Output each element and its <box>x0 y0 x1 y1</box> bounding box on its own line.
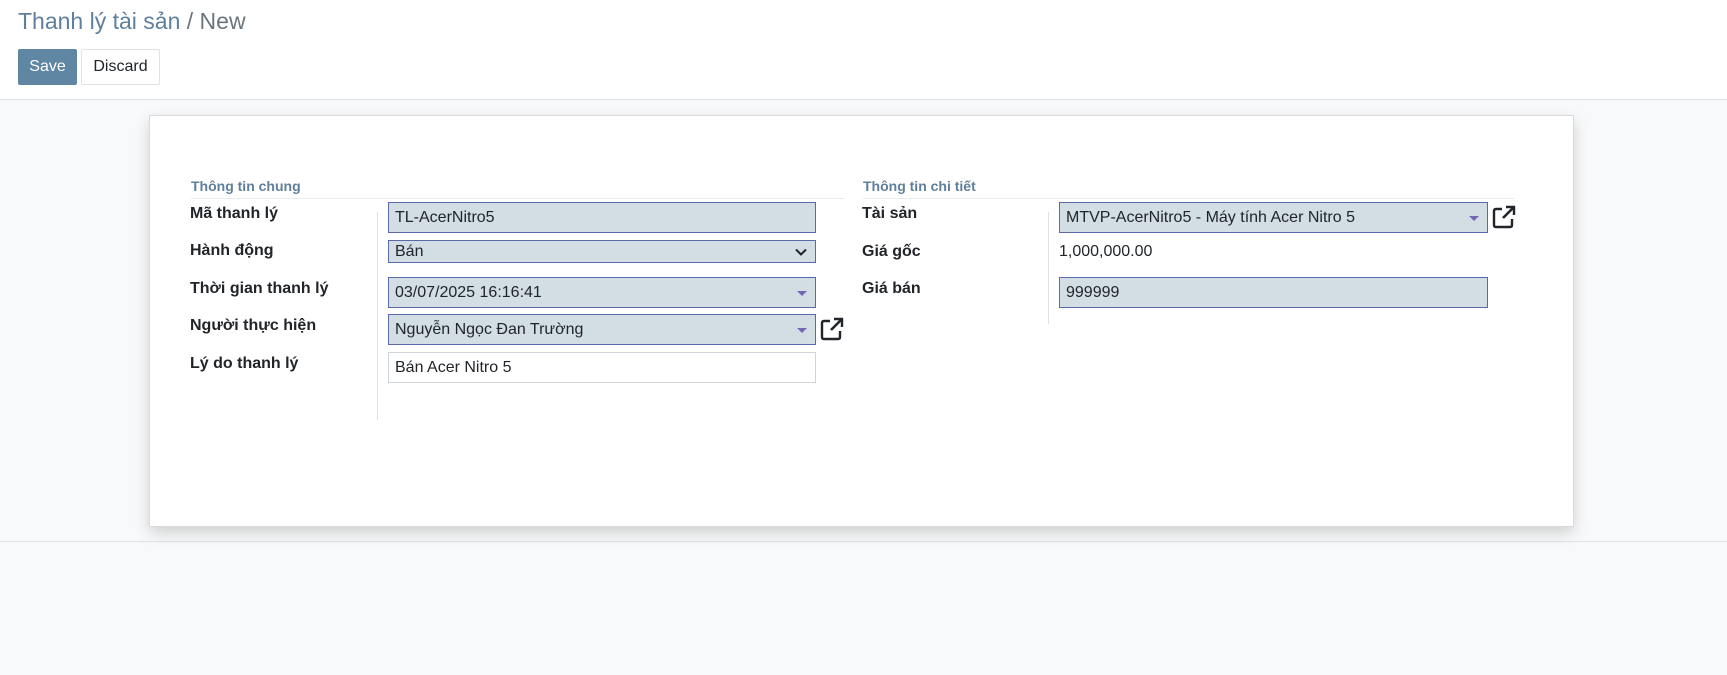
tai-san-value: MTVP-AcerNitro5 - Máy tính Acer Nitro 5 <box>1066 209 1355 226</box>
group-divider-right <box>1048 212 1049 324</box>
group-divider-left <box>377 212 378 420</box>
hanh-dong-select[interactable]: Bán <box>388 240 816 263</box>
label-ly-do-thanh-ly: Lý do thanh lý <box>190 355 299 372</box>
breadcrumb-separator: / <box>186 8 194 34</box>
external-link-icon[interactable] <box>1491 204 1517 230</box>
hanh-dong-value: Bán <box>395 243 424 260</box>
control-panel: Thanh lý tài sản / New Save Discard <box>0 0 1727 100</box>
gia-ban-value: 999999 <box>1066 284 1120 301</box>
label-gia-ban: Giá bán <box>862 280 921 297</box>
form-sheet: Thông tin chung Mã thanh lý TL-AcerNitro… <box>149 115 1574 527</box>
label-thoi-gian-thanh-ly: Thời gian thanh lý <box>190 280 329 297</box>
thoi-gian-thanh-ly-value: 03/07/2025 16:16:41 <box>395 284 542 301</box>
breadcrumb-parent-link[interactable]: Thanh lý tài sản <box>18 8 180 34</box>
group-title-detail: Thông tin chi tiết <box>863 178 1514 199</box>
discard-button[interactable]: Discard <box>81 49 160 85</box>
label-gia-goc: Giá gốc <box>862 243 921 260</box>
external-link-icon[interactable] <box>819 316 845 342</box>
label-nguoi-thuc-hien: Người thực hiện <box>190 317 317 334</box>
caret-down-icon <box>797 291 807 296</box>
ly-do-thanh-ly-value: Bán Acer Nitro 5 <box>395 359 512 376</box>
ma-thanh-ly-value: TL-AcerNitro5 <box>395 209 495 226</box>
nguoi-thuc-hien-input[interactable]: Nguyễn Ngọc Đan Trường <box>388 314 816 345</box>
breadcrumb-current: New <box>199 8 246 34</box>
tai-san-input[interactable]: MTVP-AcerNitro5 - Máy tính Acer Nitro 5 <box>1059 202 1488 233</box>
breadcrumb: Thanh lý tài sản / New <box>18 7 246 35</box>
thoi-gian-thanh-ly-input[interactable]: 03/07/2025 16:16:41 <box>388 277 816 308</box>
label-hanh-dong: Hành động <box>190 242 274 259</box>
gia-goc-value: 1,000,000.00 <box>1059 243 1153 260</box>
caret-down-icon <box>1469 216 1479 221</box>
group-title-general: Thông tin chung <box>191 178 844 199</box>
chevron-down-icon <box>795 248 807 256</box>
label-tai-san: Tài sản <box>862 205 918 222</box>
nguoi-thuc-hien-value: Nguyễn Ngọc Đan Trường <box>395 321 584 338</box>
ly-do-thanh-ly-input[interactable]: Bán Acer Nitro 5 <box>388 352 816 383</box>
form-view-content: Thông tin chung Mã thanh lý TL-AcerNitro… <box>0 101 1727 542</box>
caret-down-icon <box>797 328 807 333</box>
label-ma-thanh-ly: Mã thanh lý <box>190 205 279 222</box>
ma-thanh-ly-input[interactable]: TL-AcerNitro5 <box>388 202 816 233</box>
save-button[interactable]: Save <box>18 49 77 85</box>
gia-ban-input[interactable]: 999999 <box>1059 277 1488 308</box>
